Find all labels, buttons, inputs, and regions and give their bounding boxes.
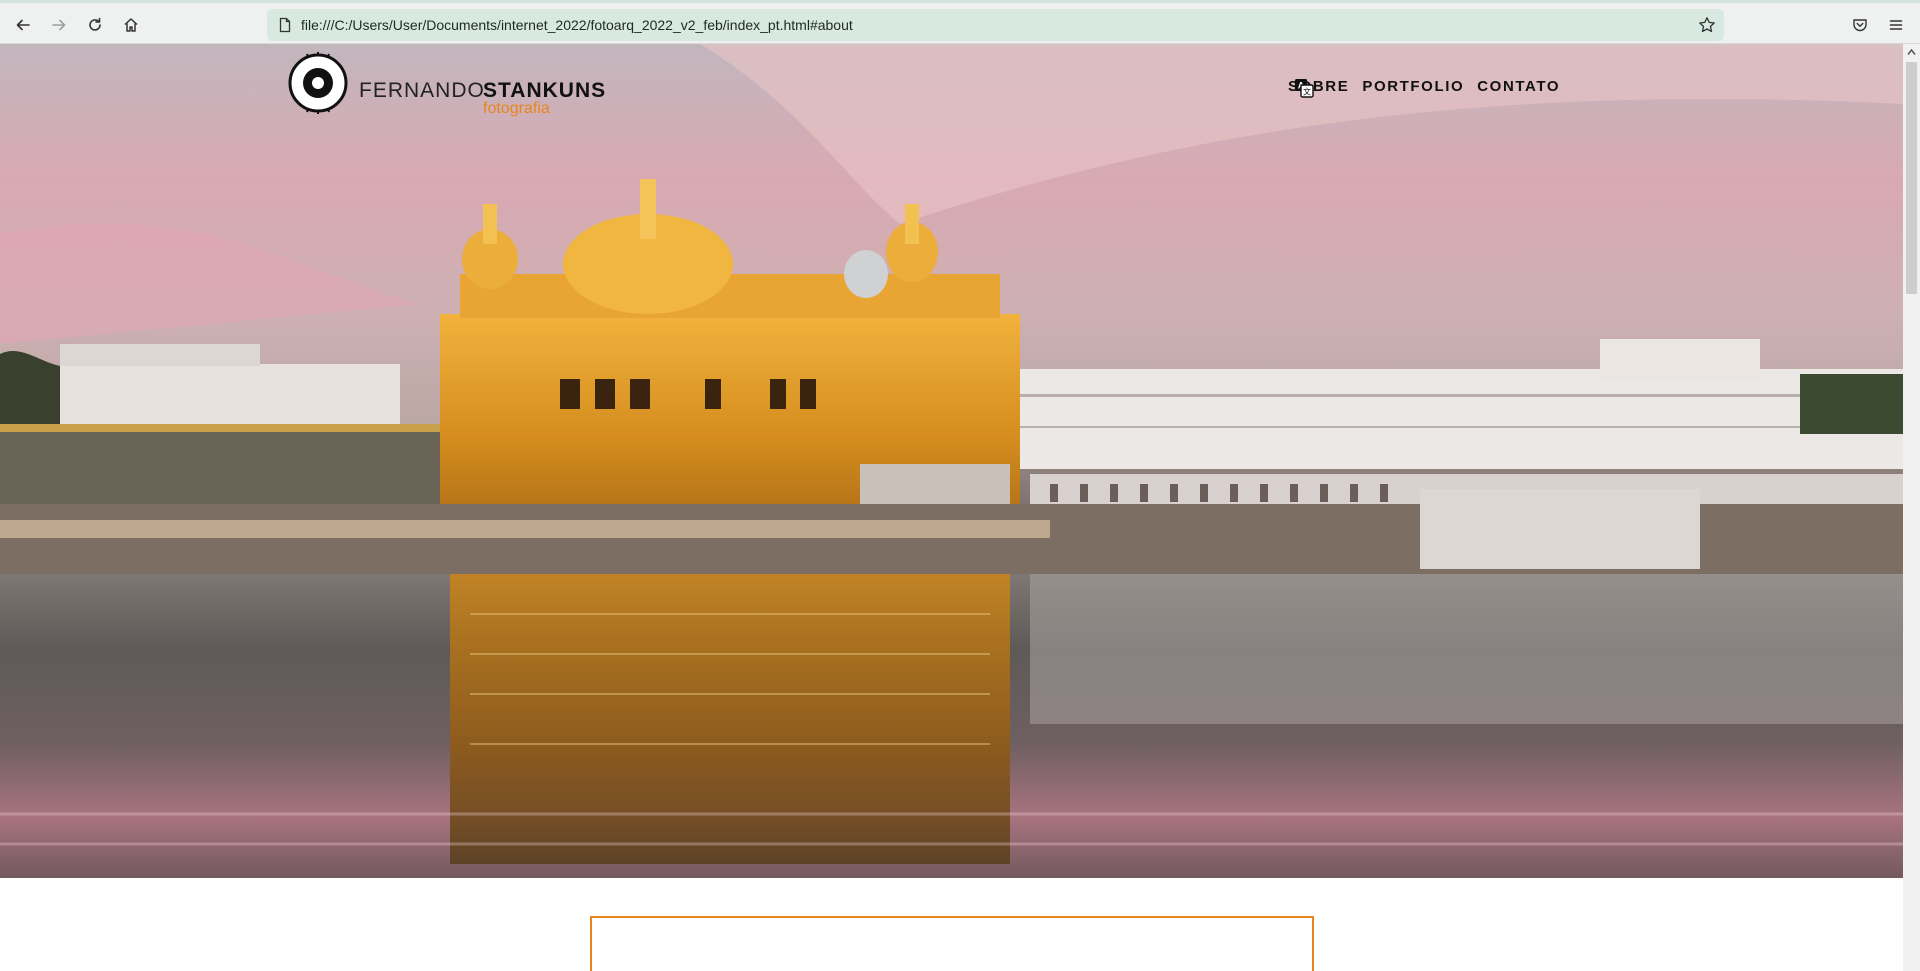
- home-button[interactable]: [117, 11, 145, 39]
- bookmark-star-icon[interactable]: [1698, 16, 1716, 34]
- app-menu-button[interactable]: [1882, 11, 1910, 39]
- scrollbar-thumb[interactable]: [1906, 62, 1917, 294]
- logo-subtitle: fotografia: [483, 100, 550, 117]
- nav-portfolio[interactable]: PORTFOLIO: [1362, 78, 1464, 95]
- reload-icon: [89, 17, 101, 31]
- menu-icon: [1889, 20, 1903, 30]
- camera-lens-logo-icon: [288, 52, 348, 114]
- back-button[interactable]: [9, 11, 37, 39]
- home-icon: [124, 18, 138, 32]
- reload-button[interactable]: [81, 11, 109, 39]
- scroll-up-arrow-icon[interactable]: [1907, 48, 1916, 56]
- pocket-icon: [1853, 19, 1867, 32]
- logo-first-name: FERNANDO: [359, 79, 485, 102]
- about-section-frame: [590, 916, 1314, 971]
- main-nav: SOBRE PORTFOLIO CONTATO A 文: [1288, 78, 1560, 98]
- svg-text:文: 文: [1303, 87, 1311, 97]
- site-header: FERNANDO STANKUNS fotografia SOBRE PORTF…: [0, 44, 1903, 134]
- url-text[interactable]: file:///C:/Users/User/Documents/internet…: [301, 17, 853, 33]
- golden-temple-photo: [0, 44, 1903, 878]
- forward-icon: [52, 19, 66, 31]
- browser-toolbar: file:///C:/Users/User/Documents/internet…: [0, 0, 1920, 44]
- hero-image: FERNANDO STANKUNS fotografia SOBRE PORTF…: [0, 44, 1903, 878]
- page-scrollbar[interactable]: [1903, 44, 1920, 971]
- back-icon: [16, 19, 30, 31]
- page-viewport: FERNANDO STANKUNS fotografia SOBRE PORTF…: [0, 44, 1903, 971]
- page-icon: [279, 17, 291, 33]
- pocket-button[interactable]: [1846, 11, 1874, 39]
- address-bar[interactable]: file:///C:/Users/User/Documents/internet…: [267, 9, 1724, 41]
- translate-icon[interactable]: A 文: [1294, 78, 1314, 98]
- nav-contato[interactable]: CONTATO: [1477, 78, 1560, 95]
- forward-button[interactable]: [45, 11, 73, 39]
- site-logo[interactable]: FERNANDO STANKUNS fotografia: [287, 52, 647, 120]
